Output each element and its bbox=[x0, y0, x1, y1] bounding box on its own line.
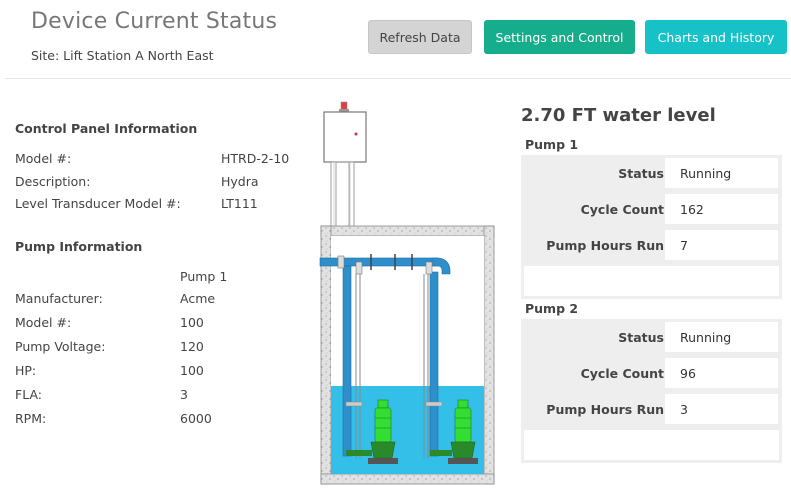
pump-1-cycle-row: Cycle Count 162 bbox=[521, 191, 782, 227]
pump-2-status-row: Status Running bbox=[521, 319, 782, 355]
pump-1-blank-cell bbox=[524, 266, 779, 296]
pump-1-cycle-value: 162 bbox=[665, 194, 778, 224]
pump-2-hours-value: 3 bbox=[665, 394, 778, 424]
cp-label-transducer: Level Transducer Model #: bbox=[15, 196, 181, 211]
pump-1-status-panel: Status Running Cycle Count 162 Pump Hour… bbox=[521, 155, 782, 299]
cp-value-model: HTRD-2-10 bbox=[221, 151, 290, 166]
alarm-light-icon bbox=[340, 101, 348, 111]
cp-label-model: Model #: bbox=[15, 151, 72, 166]
pump-1-status-label: Status bbox=[618, 165, 664, 181]
pi-value-manufacturer: Acme bbox=[180, 291, 216, 306]
control-box-icon bbox=[323, 111, 367, 163]
page-title: Device Current Status bbox=[31, 9, 278, 34]
control-panel-title: Control Panel Information bbox=[15, 121, 198, 136]
pump-2-title: Pump 2 bbox=[525, 301, 579, 316]
pi-label-model: Model #: bbox=[15, 315, 72, 330]
pump-1-blank-row bbox=[521, 263, 782, 299]
pump-2-hours-row: Pump Hours Run 3 bbox=[521, 391, 782, 427]
pump-2-status-label: Status bbox=[618, 329, 664, 345]
pump-1-status-row: Status Running bbox=[521, 155, 782, 191]
pi-value-fla: 3 bbox=[180, 387, 188, 402]
pump-1-hours-label: Pump Hours Run bbox=[546, 237, 664, 253]
cp-label-description: Description: bbox=[15, 174, 91, 189]
pump-2-cycle-value: 96 bbox=[665, 358, 778, 388]
pump-2-hours-label: Pump Hours Run bbox=[546, 401, 664, 417]
pump-1-hours-value: 7 bbox=[665, 230, 778, 260]
pi-value-voltage: 120 bbox=[180, 339, 204, 354]
cp-value-description: Hydra bbox=[221, 174, 259, 189]
pump-1-title: Pump 1 bbox=[525, 137, 579, 152]
pi-label-rpm: RPM: bbox=[15, 411, 47, 426]
pump-1-cycle-label: Cycle Count bbox=[580, 201, 664, 217]
pump-2-blank-row bbox=[521, 427, 782, 463]
pi-label-manufacturer: Manufacturer: bbox=[15, 291, 103, 306]
pump-2-cycle-label: Cycle Count bbox=[580, 365, 664, 381]
pi-value-model: 100 bbox=[180, 315, 204, 330]
page-header: Device Current Status Site: Lift Station… bbox=[0, 0, 791, 78]
pump-1-status-value: Running bbox=[665, 158, 778, 188]
pump-2-status-value: Running bbox=[665, 322, 778, 352]
pump-2-status-panel: Status Running Cycle Count 96 Pump Hours… bbox=[521, 319, 782, 463]
pi-label-hp: HP: bbox=[15, 363, 37, 378]
settings-and-control-button[interactable]: Settings and Control bbox=[484, 20, 635, 54]
pi-value-hp: 100 bbox=[180, 363, 204, 378]
pump-2-cycle-row: Cycle Count 96 bbox=[521, 355, 782, 391]
pump-info-title: Pump Information bbox=[15, 239, 143, 254]
pi-value-rpm: 6000 bbox=[180, 411, 212, 426]
pump-2-blank-cell bbox=[524, 430, 779, 460]
site-name: Site: Lift Station A North East bbox=[31, 48, 214, 63]
cp-value-transducer: LT111 bbox=[221, 196, 258, 211]
charts-and-history-button[interactable]: Charts and History bbox=[645, 20, 787, 54]
pi-label-fla: FLA: bbox=[15, 387, 42, 402]
pump-info-column-header: Pump 1 bbox=[180, 269, 228, 284]
header-divider bbox=[5, 78, 791, 79]
lift-station-diagram bbox=[319, 101, 495, 485]
pump-1-hours-row: Pump Hours Run 7 bbox=[521, 227, 782, 263]
water-level-reading: 2.70 FT water level bbox=[521, 105, 716, 126]
refresh-data-button[interactable]: Refresh Data bbox=[368, 20, 472, 54]
pi-label-voltage: Pump Voltage: bbox=[15, 339, 106, 354]
